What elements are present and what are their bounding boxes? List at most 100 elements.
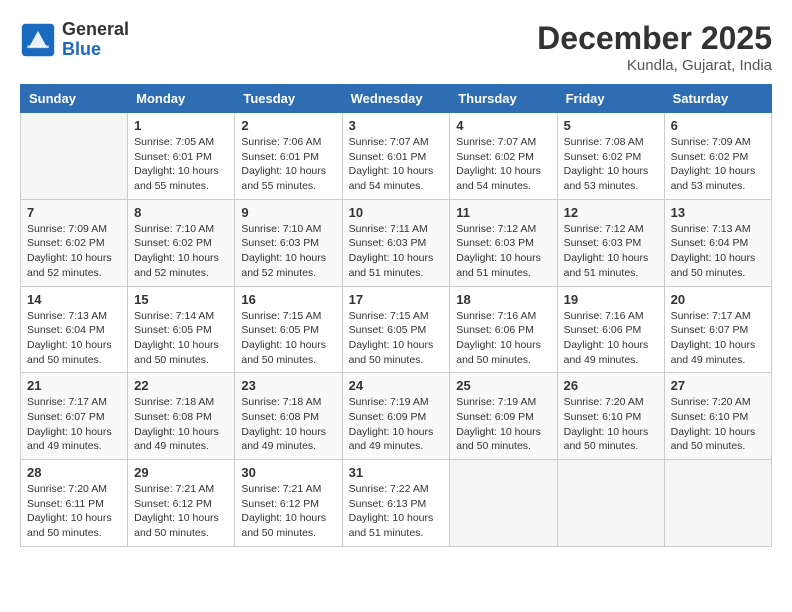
logo-general: General: [62, 20, 129, 40]
day-number: 31: [349, 465, 444, 480]
day-number: 20: [671, 292, 765, 307]
day-info: Sunrise: 7:12 AMSunset: 6:03 PMDaylight:…: [564, 222, 658, 281]
calendar-table: SundayMondayTuesdayWednesdayThursdayFrid…: [20, 84, 772, 547]
calendar-cell: 31Sunrise: 7:22 AMSunset: 6:13 PMDayligh…: [342, 460, 450, 547]
day-number: 21: [27, 378, 121, 393]
day-number: 30: [241, 465, 335, 480]
calendar-cell: 11 Sunrise: 7:12 AMSunset: 6:03 PMDayligh…: [450, 199, 557, 286]
calendar-cell: 7 Sunrise: 7:09 AMSunset: 6:02 PMDaylight…: [21, 199, 128, 286]
day-info: Sunrise: 7:13 AMSunset: 6:04 PMDaylight:…: [27, 309, 121, 368]
calendar-cell: 6Sunrise: 7:09 AMSunset: 6:02 PMDaylight…: [664, 113, 771, 200]
calendar-cell: 8 Sunrise: 7:10 AMSunset: 6:02 PMDaylight…: [128, 199, 235, 286]
calendar-cell: 16 Sunrise: 7:15 AMSunset: 6:05 PMDayligh…: [235, 286, 342, 373]
day-number: 16: [241, 292, 335, 307]
day-info: Sunrise: 7:17 AMSunset: 6:07 PMDaylight:…: [27, 395, 121, 454]
calendar-cell: 30 Sunrise: 7:21 AMSunset: 6:12 PMDayligh…: [235, 460, 342, 547]
calendar-cell: 3 Sunrise: 7:07 AMSunset: 6:01 PMDaylight…: [342, 113, 450, 200]
day-info: Sunrise: 7:07 AMSunset: 6:01 PMDaylight:…: [349, 135, 444, 194]
day-number: 3: [349, 118, 444, 133]
logo-text: General Blue: [62, 20, 129, 60]
calendar-cell: 12 Sunrise: 7:12 AMSunset: 6:03 PMDayligh…: [557, 199, 664, 286]
calendar-cell: 25Sunrise: 7:19 AMSunset: 6:09 PMDayligh…: [450, 373, 557, 460]
calendar-cell: 20 Sunrise: 7:17 AMSunset: 6:07 PMDayligh…: [664, 286, 771, 373]
calendar-cell: [21, 113, 128, 200]
day-info: Sunrise: 7:06 AMSunset: 6:01 PMDaylight:…: [241, 135, 335, 194]
calendar-header-row: SundayMondayTuesdayWednesdayThursdayFrid…: [21, 85, 772, 113]
calendar-header-wednesday: Wednesday: [342, 85, 450, 113]
day-info: Sunrise: 7:18 AMSunset: 6:08 PMDaylight:…: [134, 395, 228, 454]
day-number: 4: [456, 118, 550, 133]
day-info: Sunrise: 7:21 AMSunset: 6:12 PMDaylight:…: [134, 482, 228, 541]
day-number: 22: [134, 378, 228, 393]
calendar-header-thursday: Thursday: [450, 85, 557, 113]
location-subtitle: Kundla, Gujarat, India: [537, 57, 772, 74]
day-number: 28: [27, 465, 121, 480]
calendar-cell: 9Sunrise: 7:10 AMSunset: 6:03 PMDaylight…: [235, 199, 342, 286]
day-number: 26: [564, 378, 658, 393]
day-number: 23: [241, 378, 335, 393]
calendar-header-sunday: Sunday: [21, 85, 128, 113]
day-number: 14: [27, 292, 121, 307]
day-info: Sunrise: 7:18 AMSunset: 6:08 PMDaylight:…: [241, 395, 335, 454]
calendar-header-friday: Friday: [557, 85, 664, 113]
calendar-cell: 22 Sunrise: 7:18 AMSunset: 6:08 PMDayligh…: [128, 373, 235, 460]
calendar-cell: 14 Sunrise: 7:13 AMSunset: 6:04 PMDayligh…: [21, 286, 128, 373]
day-info: Sunrise: 7:21 AMSunset: 6:12 PMDaylight:…: [241, 482, 335, 541]
calendar-week-1: 1Sunrise: 7:05 AMSunset: 6:01 PMDaylight…: [21, 113, 772, 200]
calendar-cell: 4 Sunrise: 7:07 AMSunset: 6:02 PMDaylight…: [450, 113, 557, 200]
calendar-cell: 1Sunrise: 7:05 AMSunset: 6:01 PMDaylight…: [128, 113, 235, 200]
logo-blue: Blue: [62, 40, 129, 60]
calendar-week-2: 7 Sunrise: 7:09 AMSunset: 6:02 PMDaylight…: [21, 199, 772, 286]
month-title: December 2025: [537, 20, 772, 57]
day-info: Sunrise: 7:16 AMSunset: 6:06 PMDaylight:…: [456, 309, 550, 368]
calendar-cell: 27 Sunrise: 7:20 AMSunset: 6:10 PMDayligh…: [664, 373, 771, 460]
title-block: December 2025 Kundla, Gujarat, India: [537, 20, 772, 74]
day-number: 11: [456, 205, 550, 220]
day-number: 27: [671, 378, 765, 393]
day-number: 5: [564, 118, 658, 133]
calendar-week-3: 14 Sunrise: 7:13 AMSunset: 6:04 PMDayligh…: [21, 286, 772, 373]
day-number: 10: [349, 205, 444, 220]
calendar-cell: 19 Sunrise: 7:16 AMSunset: 6:06 PMDayligh…: [557, 286, 664, 373]
calendar-cell: [450, 460, 557, 547]
page-header: General Blue December 2025 Kundla, Gujar…: [20, 20, 772, 74]
day-info: Sunrise: 7:09 AMSunset: 6:02 PMDaylight:…: [27, 222, 121, 281]
day-info: Sunrise: 7:20 AMSunset: 6:10 PMDaylight:…: [671, 395, 765, 454]
calendar-cell: 21 Sunrise: 7:17 AMSunset: 6:07 PMDayligh…: [21, 373, 128, 460]
day-number: 8: [134, 205, 228, 220]
calendar-cell: [557, 460, 664, 547]
calendar-week-4: 21 Sunrise: 7:17 AMSunset: 6:07 PMDayligh…: [21, 373, 772, 460]
logo-icon: [20, 22, 56, 58]
calendar-cell: 29 Sunrise: 7:21 AMSunset: 6:12 PMDayligh…: [128, 460, 235, 547]
calendar-header-saturday: Saturday: [664, 85, 771, 113]
calendar-cell: 24Sunrise: 7:19 AMSunset: 6:09 PMDayligh…: [342, 373, 450, 460]
day-info: Sunrise: 7:17 AMSunset: 6:07 PMDaylight:…: [671, 309, 765, 368]
calendar-cell: 2Sunrise: 7:06 AMSunset: 6:01 PMDaylight…: [235, 113, 342, 200]
calendar-cell: [664, 460, 771, 547]
calendar-cell: 18 Sunrise: 7:16 AMSunset: 6:06 PMDayligh…: [450, 286, 557, 373]
calendar-header-tuesday: Tuesday: [235, 85, 342, 113]
day-info: Sunrise: 7:13 AMSunset: 6:04 PMDaylight:…: [671, 222, 765, 281]
day-number: 13: [671, 205, 765, 220]
calendar-cell: 28Sunrise: 7:20 AMSunset: 6:11 PMDayligh…: [21, 460, 128, 547]
day-info: Sunrise: 7:12 AMSunset: 6:03 PMDaylight:…: [456, 222, 550, 281]
day-number: 18: [456, 292, 550, 307]
logo: General Blue: [20, 20, 129, 60]
day-number: 9: [241, 205, 335, 220]
day-info: Sunrise: 7:08 AMSunset: 6:02 PMDaylight:…: [564, 135, 658, 194]
calendar-cell: 5 Sunrise: 7:08 AMSunset: 6:02 PMDaylight…: [557, 113, 664, 200]
day-number: 25: [456, 378, 550, 393]
calendar-cell: 10Sunrise: 7:11 AMSunset: 6:03 PMDayligh…: [342, 199, 450, 286]
day-info: Sunrise: 7:15 AMSunset: 6:05 PMDaylight:…: [241, 309, 335, 368]
day-number: 29: [134, 465, 228, 480]
day-number: 12: [564, 205, 658, 220]
day-info: Sunrise: 7:10 AMSunset: 6:02 PMDaylight:…: [134, 222, 228, 281]
day-info: Sunrise: 7:07 AMSunset: 6:02 PMDaylight:…: [456, 135, 550, 194]
day-number: 17: [349, 292, 444, 307]
day-number: 7: [27, 205, 121, 220]
calendar-cell: 15Sunrise: 7:14 AMSunset: 6:05 PMDayligh…: [128, 286, 235, 373]
day-number: 19: [564, 292, 658, 307]
calendar-cell: 17Sunrise: 7:15 AMSunset: 6:05 PMDayligh…: [342, 286, 450, 373]
day-info: Sunrise: 7:16 AMSunset: 6:06 PMDaylight:…: [564, 309, 658, 368]
day-info: Sunrise: 7:19 AMSunset: 6:09 PMDaylight:…: [349, 395, 444, 454]
